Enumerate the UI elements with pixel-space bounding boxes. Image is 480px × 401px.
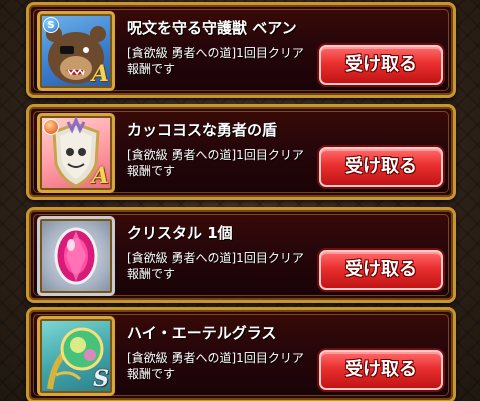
fire-element-icon: [43, 119, 59, 135]
reward-title: ハイ・エーテルグラス: [127, 324, 277, 342]
reward-card: S ハイ・エーテルグラス [貪欲級 勇者への道]1回目クリア 報酬です 受け取る: [26, 307, 456, 401]
reward-description: [貪欲級 勇者への道]1回目クリア 報酬です: [127, 350, 304, 382]
receive-button[interactable]: 受け取る: [319, 250, 443, 290]
reward-description: [貪欲級 勇者への道]1回目クリア 報酬です: [127, 45, 304, 77]
reward-description: [貪欲級 勇者への道]1回目クリア 報酬です: [127, 250, 304, 282]
crystal-gem-icon: [37, 216, 115, 296]
reward-title: 呪文を守る守護獣 ベアン: [127, 19, 297, 37]
bear-monster-icon: S A: [37, 11, 115, 91]
reward-card: クリスタル 1個 [貪欲級 勇者への道]1回目クリア 報酬です 受け取る: [26, 207, 456, 303]
reward-title: クリスタル 1個: [127, 224, 233, 242]
rank-s-badge: S: [93, 366, 109, 392]
reward-title: カッコヨスな勇者の盾: [127, 121, 278, 139]
ether-glass-icon: S: [37, 316, 115, 396]
receive-button[interactable]: 受け取る: [319, 350, 443, 390]
receive-button[interactable]: 受け取る: [319, 45, 443, 85]
reward-desc-line: 報酬です: [127, 367, 176, 381]
reward-list: S A 呪文を守る守護獣 ベアン [貪欲級 勇者への道]1回目クリア 報酬です …: [0, 0, 480, 401]
reward-description: [貪欲級 勇者への道]1回目クリア 報酬です: [127, 147, 304, 179]
water-element-icon: S: [43, 17, 59, 33]
reward-card: S A 呪文を守る守護獣 ベアン [貪欲級 勇者への道]1回目クリア 報酬です …: [26, 2, 456, 98]
reward-desc-line: [貪欲級 勇者への道]1回目クリア: [127, 46, 304, 60]
shield-monster-icon: A: [37, 113, 115, 193]
reward-desc-line: 報酬です: [127, 164, 176, 178]
receive-button[interactable]: 受け取る: [319, 147, 443, 187]
reward-desc-line: [貪欲級 勇者への道]1回目クリア: [127, 251, 304, 265]
reward-desc-line: 報酬です: [127, 267, 176, 281]
rank-a-badge: A: [91, 61, 109, 87]
reward-desc-line: 報酬です: [127, 62, 176, 76]
reward-desc-line: [貪欲級 勇者への道]1回目クリア: [127, 351, 304, 365]
reward-card: A カッコヨスな勇者の盾 [貪欲級 勇者への道]1回目クリア 報酬です 受け取る: [26, 104, 456, 200]
reward-desc-line: [貪欲級 勇者への道]1回目クリア: [127, 148, 304, 162]
rank-a-badge: A: [91, 163, 109, 189]
